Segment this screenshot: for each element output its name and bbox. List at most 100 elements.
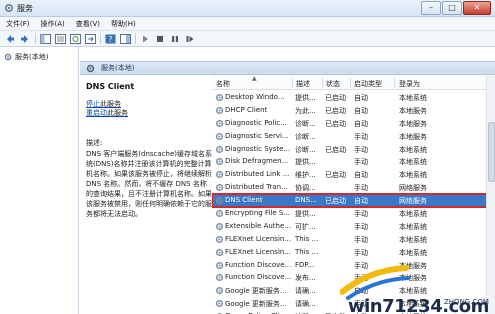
service-name-cell: Diagnostic Syste... [225, 144, 291, 153]
toolbar-separator [35, 33, 36, 44]
column-header-status[interactable]: 状态 [326, 79, 340, 89]
table-row[interactable]: Desktop Windo... 提供... 已启动 自动 本地系统 [212, 91, 495, 104]
service-description-cell: 维护... [295, 171, 316, 180]
service-gear-icon [215, 261, 224, 269]
console-tree: 服务(本地) [0, 47, 79, 314]
console-tree-button[interactable] [39, 33, 51, 45]
service-name-cell: Distributed Link ... [225, 170, 290, 179]
service-log-on-as-cell: 本地系统 [399, 210, 427, 219]
pane-header-label: 服务(本地) [101, 64, 135, 72]
export-list-icon [84, 33, 96, 44]
service-name-cell: Function Discove... [225, 273, 292, 282]
toolbar: ? [0, 31, 495, 47]
table-row[interactable]: Extensible Authe... 可扩... 手动 本地系统 [212, 220, 495, 233]
refresh-icon [69, 33, 81, 44]
close-button[interactable]: ✕ [463, 1, 491, 15]
service-gear-icon [215, 132, 224, 140]
column-divider[interactable] [292, 78, 293, 88]
service-gear-icon [215, 248, 224, 256]
service-name-cell: Distributed Tran... [225, 183, 288, 192]
service-startup-type-cell: 手动 [354, 248, 368, 257]
service-gear-icon [215, 197, 224, 205]
service-gear-icon [215, 106, 224, 114]
table-row[interactable]: Disk Defragmen... 提供... 手动 本地系统 [212, 155, 495, 168]
console-tree-icon [39, 33, 51, 44]
pause-service-button[interactable] [169, 33, 181, 45]
menu-file[interactable]: 文件(F) [6, 19, 30, 29]
menu-bar: 文件(F) 操作(A) 查看(V) 帮助(H) [0, 17, 495, 31]
service-gear-icon [215, 171, 224, 179]
help-button[interactable]: ? [104, 33, 116, 45]
service-name-cell: DHCP Client [225, 105, 268, 114]
restart-link-text[interactable]: 重启动 [86, 109, 107, 117]
service-log-on-as-cell: 网络服务 [399, 197, 427, 206]
service-status-cell: 已启动 [325, 197, 346, 206]
column-header-description[interactable]: 描述 [296, 79, 310, 89]
service-name-cell: Diagnostic Servi... [225, 131, 289, 140]
tree-item-services-local[interactable]: 服务(本地) [4, 52, 48, 62]
minimize-button[interactable]: – [421, 1, 441, 15]
service-description-cell: 可扩... [295, 222, 316, 231]
table-row[interactable]: Encrypting File S... 提供... 手动 本地系统 [212, 207, 495, 220]
service-startup-type-cell: 手动 [354, 145, 368, 154]
sort-ascending-icon: ▲ [252, 76, 257, 82]
column-divider[interactable] [322, 78, 323, 88]
restart-service-button[interactable] [184, 33, 196, 45]
show-hide-button[interactable] [119, 33, 131, 45]
table-row[interactable]: FLEXnet Licensin... This ... 手动 本地系统 [212, 233, 495, 246]
service-name-heading: DNS Client [86, 82, 135, 91]
service-startup-type-cell: 自动 [354, 119, 368, 128]
properties-button[interactable] [54, 33, 66, 45]
table-row[interactable]: Diagnostic Syste... 诊断... 已启动 手动 本地系统 [212, 143, 495, 156]
column-divider[interactable] [350, 78, 351, 88]
service-log-on-as-cell: 本地服务 [399, 119, 427, 128]
maximize-button[interactable]: □ [442, 1, 462, 15]
service-gear-icon [215, 158, 224, 166]
help-icon: ? [105, 34, 115, 44]
service-gear-icon [215, 274, 224, 282]
services-icon [4, 3, 14, 13]
service-description-cell: 协调... [295, 184, 316, 193]
service-description-cell: DNS... [295, 196, 317, 205]
table-row[interactable]: Distributed Tran... 协调... 手动 网络服务 [212, 181, 495, 194]
column-divider[interactable] [394, 78, 395, 88]
stop-link-text[interactable]: 停止 [86, 100, 100, 108]
service-gear-icon [215, 93, 224, 102]
service-log-on-as-cell: 本地系统 [399, 248, 427, 257]
service-startup-type-cell: 自动 [354, 94, 368, 102]
service-description-cell: 请确... [295, 287, 316, 296]
stop-service-button[interactable] [154, 33, 166, 45]
export-list-button[interactable] [84, 33, 96, 45]
menu-view[interactable]: 查看(V) [76, 19, 100, 29]
refresh-button[interactable] [69, 33, 81, 45]
menu-action[interactable]: 操作(A) [41, 19, 65, 29]
service-startup-type-cell: 自动 [354, 106, 368, 115]
table-row[interactable]: FLEXnet Licensin... This ... 手动 本地系统 [212, 246, 495, 259]
table-row[interactable]: Diagnostic Polic... 诊断... 已启动 自动 本地服务 [212, 117, 495, 130]
table-row[interactable]: Diagnostic Servi... 诊断... 手动 本地服务 [212, 130, 495, 143]
table-row[interactable]: Distributed Link ... 维护... 已启动 自动 本地系统 [212, 168, 495, 181]
scrollbar-thumb[interactable] [488, 122, 495, 182]
service-description-cell: 提供... [295, 94, 316, 102]
service-gear-icon [215, 209, 224, 218]
service-gear-icon [215, 184, 224, 192]
stop-service-link[interactable]: 停止此服务 [86, 100, 212, 109]
services-gear-icon [86, 64, 95, 72]
service-gear-icon [215, 145, 224, 153]
start-service-button[interactable] [139, 33, 151, 45]
column-header-name[interactable]: 名称 [216, 79, 230, 89]
column-header-log-on-as[interactable]: 登录为 [399, 79, 420, 89]
service-status-cell: 已启动 [325, 171, 346, 180]
services-pane-header: 服务(本地) [80, 61, 495, 75]
window-controls: – □ ✕ [420, 1, 491, 15]
service-name-cell: Google 更新服务... [225, 300, 287, 309]
restart-service-link[interactable]: 重启动此服务 [86, 109, 212, 118]
service-description-cell: 发布... [295, 274, 316, 283]
forward-button[interactable] [19, 33, 31, 45]
menu-help[interactable]: 帮助(H) [111, 19, 136, 29]
title-bar: 服务 – □ ✕ [0, 0, 495, 17]
table-row[interactable]: DHCP Client 为此... 已启动 自动 本地服务 [212, 104, 495, 117]
table-row-selected[interactable]: DNS Client DNS... 已启动 自动 网络服务 [212, 193, 495, 209]
column-header-startup-type[interactable]: 启动类型 [354, 79, 382, 89]
back-button[interactable] [4, 33, 16, 45]
